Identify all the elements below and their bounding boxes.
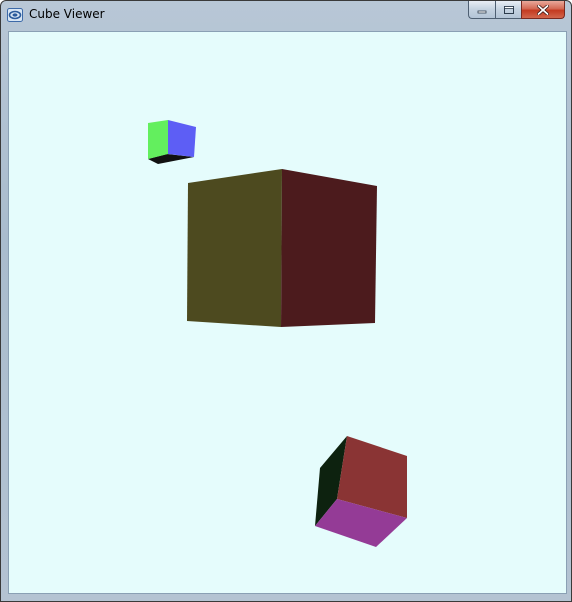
tilted-cube xyxy=(315,436,407,547)
maximize-icon xyxy=(503,5,514,14)
caption-buttons xyxy=(468,1,565,20)
large-cube-left-face xyxy=(187,169,282,327)
small-cube-left-face xyxy=(148,120,168,159)
3d-scene[interactable] xyxy=(9,32,566,593)
close-button[interactable] xyxy=(521,1,565,19)
maximize-button[interactable] xyxy=(495,1,521,19)
minimize-button[interactable] xyxy=(468,1,495,19)
window-title: Cube Viewer xyxy=(29,7,105,21)
app-window-icon xyxy=(7,8,23,22)
minimize-icon xyxy=(477,10,487,13)
close-icon xyxy=(537,4,549,15)
title-bar[interactable]: Cube Viewer xyxy=(1,1,571,30)
application-window: Cube Viewer xyxy=(0,0,572,602)
small-cube-right-face xyxy=(168,120,196,157)
large-cube-right-face xyxy=(281,169,377,327)
render-viewport[interactable] xyxy=(8,31,567,594)
large-cube xyxy=(187,169,377,327)
small-cube xyxy=(148,120,196,164)
